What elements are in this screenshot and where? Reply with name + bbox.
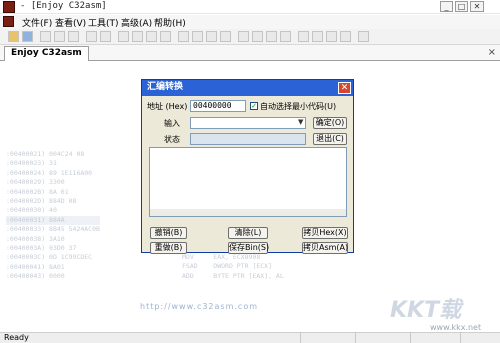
goto-icon[interactable] — [118, 31, 129, 42]
calc-icon[interactable] — [280, 31, 291, 42]
auto-select-checkbox[interactable]: ✓ — [250, 102, 258, 110]
settings-icon[interactable] — [178, 31, 189, 42]
title-bar: - [Enjoy C32asm] _ □ ✕ — [0, 0, 500, 14]
status-divider — [460, 332, 461, 343]
cut-icon[interactable] — [40, 31, 51, 42]
status-divider — [355, 332, 356, 343]
window-title: - [Enjoy C32asm] — [20, 1, 107, 11]
find-icon[interactable] — [192, 31, 203, 42]
menu-file[interactable]: 文件(F) — [22, 16, 52, 29]
redo-icon[interactable] — [160, 31, 171, 42]
status-bar: Ready — [0, 332, 500, 343]
menu-view[interactable]: 查看(V) — [55, 16, 86, 29]
info-icon[interactable] — [312, 31, 323, 42]
app-icon[interactable] — [3, 1, 15, 13]
toolbar — [0, 29, 500, 45]
tool-icon[interactable] — [298, 31, 309, 42]
dialog-title: 汇编转换 — [142, 80, 353, 96]
listing-row: :00400029) 3300 — [6, 178, 65, 187]
view-icon[interactable] — [238, 31, 249, 42]
menu-tools[interactable]: 工具(T) — [88, 16, 119, 29]
print-icon[interactable] — [340, 31, 351, 42]
minimize-button[interactable]: _ — [440, 1, 453, 12]
disassembly-listing: :00400021) 004C24 08 :00400023) 31 :0040… — [6, 150, 100, 281]
hex-icon[interactable] — [252, 31, 263, 42]
listing-row: :00400021) 004C24 08 — [6, 150, 85, 158]
step-icon[interactable] — [132, 31, 143, 42]
listing-row: :0040002D) 884D 08 — [6, 196, 77, 205]
copy-hex-button[interactable]: 拷贝Hex(X) — [302, 227, 348, 239]
help-icon[interactable] — [358, 31, 369, 42]
output-area[interactable] — [149, 147, 347, 217]
status-label: 状态 — [164, 135, 180, 144]
maximize-button[interactable]: □ — [455, 1, 468, 12]
listing-row: :00400041) 8A01 — [6, 262, 65, 271]
paste-icon[interactable] — [68, 31, 79, 42]
forward-icon[interactable] — [100, 31, 111, 42]
asm-input-combo[interactable] — [190, 117, 306, 129]
input-label: 输入 — [164, 119, 180, 128]
listing-instructions: MOV EAX, ECX8908 FSAD DWORD PTR [ECX] AD… — [182, 253, 284, 280]
listing-row: :00400038) 3A10 — [6, 234, 65, 243]
undo-icon[interactable] — [146, 31, 157, 42]
menu-advanced[interactable]: 高级(A) — [121, 16, 152, 29]
assemble-dialog: 汇编转换 ✕ 地址 (Hex) 00400000 ✓ 自动选择最小代码(U) 输… — [141, 79, 354, 254]
tab-enjoy-c32asm[interactable]: Enjoy C32asm — [4, 46, 89, 61]
listing-row: :00400023) 31 — [6, 159, 57, 168]
address-label: 地址 (Hex) — [147, 102, 188, 111]
listing-row: :00400033) 8B45 5424AC0B — [6, 225, 100, 234]
watermark-url: www.kkx.net — [430, 323, 482, 332]
listing-row: :00400043) 0000 — [6, 272, 65, 281]
export-icon[interactable] — [326, 31, 337, 42]
asm-icon[interactable] — [266, 31, 277, 42]
listing-row: :0040002B) 8A 01 — [6, 187, 69, 196]
close-button[interactable]: ✕ — [470, 1, 484, 12]
undo-button[interactable]: 撤销(B) — [150, 227, 187, 239]
redo-button[interactable]: 重做(B) — [150, 242, 187, 254]
back-icon[interactable] — [86, 31, 97, 42]
confirm-button[interactable]: 确定(O) — [313, 117, 347, 129]
listing-row-highlighted: :00400031) 884A — [6, 215, 100, 226]
listing-row: :0040003A) 03D0 37 — [6, 243, 77, 252]
exit-button[interactable]: 退出(C) — [313, 133, 347, 145]
watermark-logo: KKT载 — [390, 298, 462, 323]
status-divider — [300, 332, 301, 343]
status-divider — [410, 332, 411, 343]
mark-icon[interactable] — [220, 31, 231, 42]
save-bin-button[interactable]: 保存Bin(S) — [228, 242, 269, 254]
clear-button[interactable]: 清除(L) — [228, 227, 268, 239]
tab-bar: Enjoy C32asm × — [0, 45, 500, 61]
open-icon[interactable] — [8, 31, 19, 42]
menu-help[interactable]: 帮助(H) — [154, 16, 186, 29]
listing-row: :00400030) 40 — [6, 206, 57, 215]
menu-bar: 文件(F) 查看(V) 工具(T) 高级(A) 帮助(H) — [0, 15, 500, 29]
status-text: Ready — [4, 333, 29, 342]
output-horizontal-scrollbar[interactable] — [150, 209, 346, 216]
listing-row: :0040003C) 0D 1C99CDEC — [6, 253, 93, 262]
bookmark-icon[interactable] — [206, 31, 217, 42]
status-field — [190, 133, 306, 145]
address-input[interactable]: 00400000 — [190, 100, 246, 112]
copy-asm-button[interactable]: 拷贝Asm(A) — [302, 242, 348, 254]
copy-icon[interactable] — [54, 31, 65, 42]
save-icon[interactable] — [22, 31, 33, 42]
menu-app-icon[interactable] — [3, 16, 14, 27]
dialog-close-button[interactable]: ✕ — [338, 82, 351, 94]
listing-row: :00400024) 89 1E116A00 — [6, 168, 93, 177]
tab-close-icon[interactable]: × — [488, 47, 496, 58]
combo-dropdown-icon[interactable]: ▼ — [298, 118, 303, 126]
auto-select-label: 自动选择最小代码(U) — [260, 102, 337, 111]
